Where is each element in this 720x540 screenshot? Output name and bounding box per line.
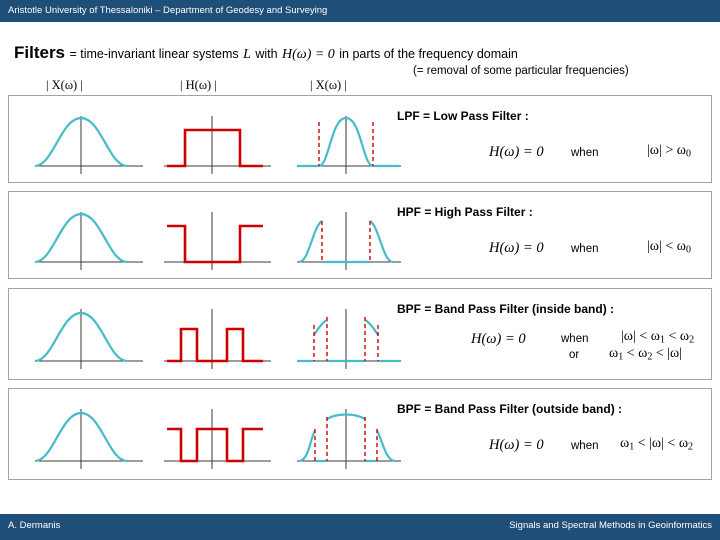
- hpf-when: when: [571, 243, 599, 255]
- bpf-inside-c2-end: < |ω|: [652, 346, 683, 361]
- bpf-inside-title: BPF = Band Pass Filter (inside band) :: [397, 302, 615, 316]
- title-rest-c: in parts of the frequency domain: [339, 47, 518, 61]
- bpf-inside-c1-sub2: 2: [689, 334, 695, 346]
- bpf-outside-c-sub-b: 2: [688, 441, 694, 453]
- bpf-inside-c1-a: |ω| < ω: [621, 329, 660, 344]
- hpf-condition-text: |ω| < ω: [647, 239, 686, 254]
- title-note: (= removal of some particular frequencie…: [413, 65, 629, 77]
- bpf-inside-c2-a: ω: [609, 346, 619, 361]
- bpf-outside-title: BPF = Band Pass Filter (outside band) :: [397, 402, 623, 416]
- hpf-condition-sub: 0: [685, 244, 691, 256]
- bpf-inside-when: when: [561, 333, 589, 345]
- column-label-transfer: | H(ω) |: [180, 78, 217, 92]
- bpf-outside-condition: ω1 < |ω| < ω2: [620, 436, 693, 453]
- institution-title: Aristotle University of Thessaloniki – D…: [8, 5, 328, 16]
- bpf-outside-equation: H(ω) = 0: [489, 437, 544, 453]
- title-rest-a: = time-invariant linear systems: [69, 47, 239, 61]
- bpf-outside-when: when: [571, 440, 599, 452]
- lpf-condition: |ω| > ω0: [647, 143, 691, 160]
- bpf-inside-or: or: [569, 349, 580, 361]
- column-label-input: | X(ω) |: [46, 78, 83, 92]
- lpf-when: when: [571, 147, 599, 159]
- hpf-condition: |ω| < ω0: [647, 239, 691, 256]
- column-label-output: | X(ω) |: [310, 78, 347, 92]
- lpf-condition-sub: 0: [685, 148, 691, 160]
- bpf-outside-c-a: ω: [620, 436, 630, 451]
- header-bar: Aristotle University of Thessaloniki – D…: [0, 0, 720, 22]
- footer-bar: A. Dermanis Signals and Spectral Methods…: [0, 514, 720, 540]
- lpf-graphics: [34, 116, 401, 174]
- panel-lpf: LPF = Low Pass Filter : H(ω) = 0 when |ω…: [8, 95, 712, 183]
- bpf-outside-c-mid: < |ω| < ω: [634, 436, 689, 451]
- title-keyword: Filters: [14, 43, 66, 62]
- lpf-condition-text: |ω| > ω: [647, 143, 686, 158]
- lpf-title: LPF = Low Pass Filter :: [397, 109, 529, 123]
- lpf-equation: H(ω) = 0: [489, 144, 544, 160]
- bpf-inside-equation: H(ω) = 0: [471, 331, 526, 347]
- hpf-title: HPF = High Pass Filter :: [397, 205, 533, 219]
- bpf-inside-condition-2: ω1 < ω2 < |ω|: [609, 346, 682, 363]
- title-equation: H(ω) = 0: [282, 47, 335, 62]
- bpf-inside-condition-1: |ω| < ω1 < ω2: [621, 329, 694, 346]
- panel-bpf-outside: BPF = Band Pass Filter (outside band) : …: [8, 388, 712, 480]
- panel-hpf: HPF = High Pass Filter : H(ω) = 0 when |…: [8, 191, 712, 279]
- title-symbol-L: L: [243, 47, 251, 62]
- footer-author: A. Dermanis: [8, 520, 61, 531]
- footer-course: Signals and Spectral Methods in Geoinfor…: [509, 520, 712, 531]
- title-rest-b: with: [255, 47, 278, 61]
- panel-bpf-inside: BPF = Band Pass Filter (inside band) : H…: [8, 288, 712, 380]
- bpf-inside-c1-mid: < ω: [664, 329, 690, 344]
- bpf-inside-c2-mid: < ω: [623, 346, 648, 361]
- hpf-equation: H(ω) = 0: [489, 240, 544, 256]
- hpf-graphics: [34, 212, 401, 270]
- slide-title: Filters = time-invariant linear systems …: [14, 43, 518, 63]
